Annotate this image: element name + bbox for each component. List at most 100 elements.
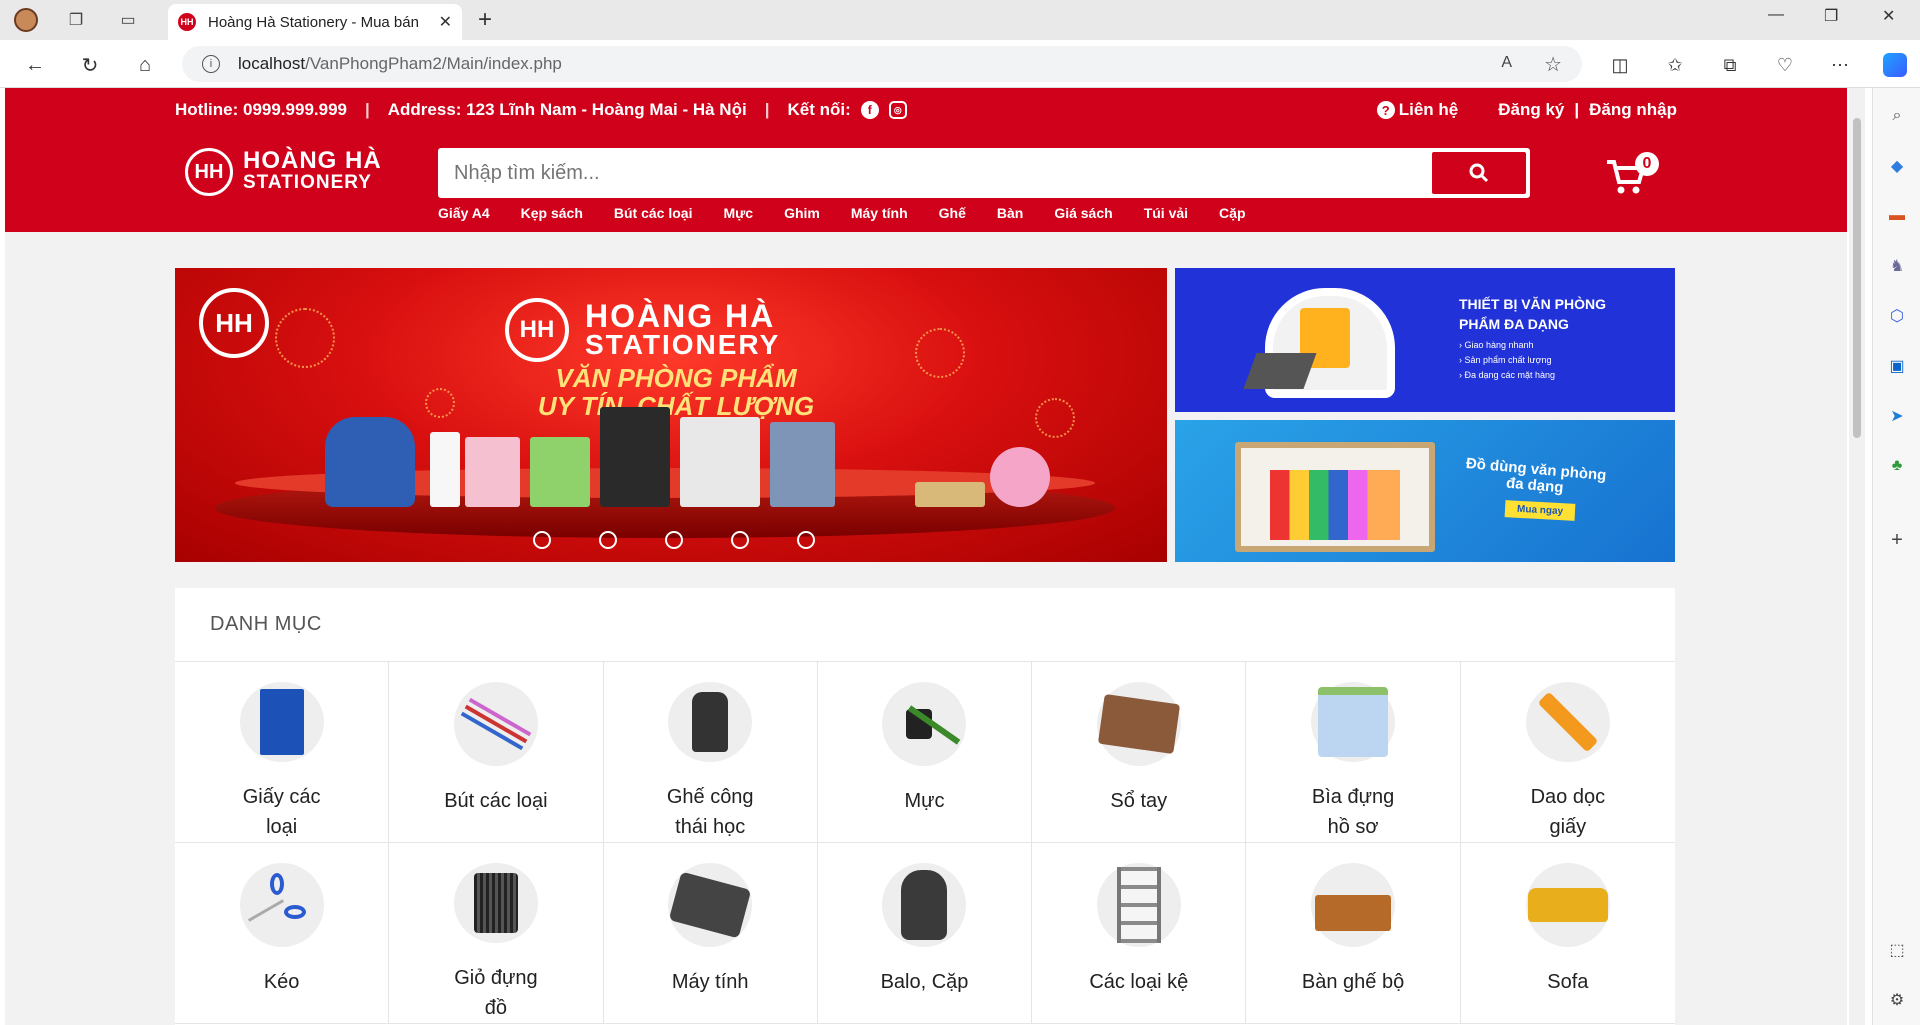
tree-icon[interactable]: ♣ — [1885, 454, 1909, 478]
category-item[interactable]: Sổ tay — [1032, 662, 1247, 843]
folder-icon — [1311, 682, 1396, 762]
split-screen-icon[interactable]: ◫ — [1605, 50, 1635, 80]
favorite-star-icon[interactable]: ☆ — [1544, 52, 1562, 77]
benefit-item: › Sản phẩm chất lượng — [1459, 355, 1552, 365]
vertical-tabs-icon[interactable]: ▭ — [114, 6, 142, 34]
account-links: ? Liên hệ Đăng ký | Đăng nhập — [1376, 100, 1677, 120]
new-tab-icon[interactable]: + — [478, 6, 492, 34]
pencil-box-product-image — [915, 482, 985, 507]
nav-item[interactable]: Ghim — [784, 205, 820, 221]
close-window-icon[interactable]: ✕ — [1882, 6, 1895, 26]
outlook-icon[interactable]: ▣ — [1885, 354, 1909, 378]
microsoft365-icon[interactable]: ⬡ — [1885, 304, 1909, 328]
contact-link[interactable]: Liên hệ — [1399, 100, 1459, 120]
category-item[interactable]: Kéo — [175, 843, 390, 1024]
banner-brand: HH HOÀNG HÀ STATIONERY — [505, 298, 780, 362]
page-scrollbar[interactable] — [1849, 88, 1865, 1025]
screenshot-icon[interactable]: ⬚ — [1885, 938, 1909, 962]
pen-set-product-image — [430, 432, 460, 507]
side-banner-supplies[interactable]: Đồ dùng văn phòng đa dạng Mua ngay — [1175, 420, 1675, 562]
slider-dot[interactable] — [665, 531, 683, 549]
category-label: Balo, Cặp — [880, 971, 969, 993]
restore-icon[interactable]: ❐ — [1824, 6, 1838, 26]
category-label: Kéo — [263, 971, 300, 993]
nav-item[interactable]: Máy tính — [851, 205, 908, 221]
address-bar[interactable]: i localhost /VanPhongPham2/Main/index.ph… — [182, 46, 1582, 82]
nav-item[interactable]: Cặp — [1219, 205, 1245, 221]
banner-r1-title: THIẾT BỊ VĂN PHÒNG PHẨM ĐA DẠNG — [1459, 294, 1606, 334]
main-banner-slider[interactable]: HH HH HOÀNG HÀ STATIONERY VĂN PHÒNG PHẨM… — [175, 268, 1167, 562]
site-info-icon[interactable]: i — [202, 55, 220, 73]
slider-dot[interactable] — [599, 531, 617, 549]
slider-dot[interactable] — [731, 531, 749, 549]
nav-item[interactable]: Ghế — [939, 205, 966, 221]
binders-illustration — [1270, 470, 1400, 540]
shopping-tag-icon[interactable]: ◆ — [1885, 154, 1909, 178]
category-item[interactable]: Giỏ đựng đồ — [389, 843, 604, 1024]
back-icon[interactable]: ← — [20, 50, 50, 80]
close-tab-icon[interactable]: ✕ — [439, 12, 452, 32]
login-link[interactable]: Đăng nhập — [1589, 100, 1677, 120]
category-label: Sổ tay — [1110, 790, 1168, 812]
search-button[interactable] — [1432, 152, 1526, 194]
home-icon[interactable]: ⌂ — [130, 50, 160, 80]
reload-icon[interactable]: ↻ — [75, 50, 105, 80]
category-item[interactable]: Ghế công thái học — [603, 662, 818, 843]
facebook-icon[interactable]: f — [860, 101, 879, 119]
category-item[interactable]: Máy tính — [603, 843, 818, 1024]
slider-dot[interactable] — [533, 531, 551, 549]
nav-item[interactable]: Bút các loại — [614, 205, 693, 221]
side-banner-equipment[interactable]: THIẾT BỊ VĂN PHÒNG PHẨM ĐA DẠNG › Giao h… — [1175, 268, 1675, 412]
category-item[interactable]: Bút các loại — [389, 662, 604, 843]
copilot-icon[interactable] — [1880, 50, 1910, 80]
tools-icon[interactable]: ▬ — [1885, 204, 1909, 228]
nav-item[interactable]: Giấy A4 — [438, 205, 490, 221]
nav-item[interactable]: Giá sách — [1054, 205, 1112, 221]
nav-item[interactable]: Kẹp sách — [521, 205, 583, 221]
category-item[interactable]: Bàn ghế bộ — [1246, 843, 1461, 1024]
category-item[interactable]: Bìa đựng hồ sơ — [1246, 662, 1461, 843]
category-item[interactable]: Giấy các loại — [175, 662, 390, 843]
category-label: Các loại kệ — [1089, 971, 1189, 993]
ink-icon — [882, 682, 967, 766]
register-link[interactable]: Đăng ký — [1498, 100, 1564, 120]
category-item[interactable]: Sofa — [1460, 843, 1675, 1024]
category-item[interactable]: Các loại kệ — [1032, 843, 1247, 1024]
search-input[interactable] — [440, 150, 1432, 196]
browser-essentials-icon[interactable]: ♡ — [1770, 50, 1800, 80]
settings-icon[interactable]: ⚙ — [1885, 988, 1909, 1012]
book-product-image — [465, 437, 520, 507]
desk-icon — [1311, 863, 1396, 947]
banner-r2-title: Đồ dùng văn phòng đa dạng — [1464, 455, 1607, 500]
more-menu-icon[interactable]: ⋯ — [1825, 50, 1855, 80]
category-label: Bút các loại — [444, 790, 548, 812]
read-aloud-icon[interactable]: A — [1501, 54, 1512, 72]
category-item[interactable]: Dao dọc giấy — [1460, 662, 1675, 843]
send-icon[interactable]: ➤ — [1885, 404, 1909, 428]
collections-icon[interactable]: ⧉ — [1715, 50, 1745, 80]
logo-line2: STATIONERY — [243, 172, 372, 193]
profile-avatar-icon[interactable] — [12, 6, 40, 34]
nav-item[interactable]: Mực — [723, 205, 753, 221]
nav-item[interactable]: Bàn — [997, 205, 1023, 221]
active-tab[interactable]: HH Hoàng Hà Stationery - Mua bán ✕ — [168, 4, 462, 40]
instagram-icon[interactable]: ◎ — [888, 101, 907, 119]
workspaces-icon[interactable]: ❐ — [62, 6, 90, 34]
search-icon[interactable]: ⌕ — [1885, 104, 1909, 128]
banner-r1-benefits: › Giao hàng nhanh › Sản phẩm chất lượng … — [1459, 338, 1555, 383]
games-icon[interactable]: ♞ — [1885, 254, 1909, 278]
pen-icon — [453, 682, 538, 766]
nav-item[interactable]: Túi vải — [1144, 205, 1188, 221]
slider-dot[interactable] — [797, 531, 815, 549]
cart-button[interactable]: 0 — [1605, 152, 1659, 198]
category-nav: Giấy A4 Kẹp sách Bút các loại Mực Ghim M… — [438, 205, 1277, 221]
add-sidebar-icon[interactable]: + — [1885, 528, 1909, 552]
category-item[interactable]: Mực — [817, 662, 1033, 843]
buy-now-button[interactable]: Mua ngay — [1504, 500, 1576, 521]
logo-mark: HH — [185, 148, 233, 196]
scrollbar-thumb[interactable] — [1853, 118, 1861, 438]
minimize-icon[interactable]: — — [1768, 6, 1784, 24]
category-item[interactable]: Balo, Cặp — [817, 843, 1033, 1024]
favorites-icon[interactable]: ✩ — [1660, 50, 1690, 80]
site-logo[interactable]: HH HOÀNG HÀ STATIONERY — [185, 148, 382, 196]
